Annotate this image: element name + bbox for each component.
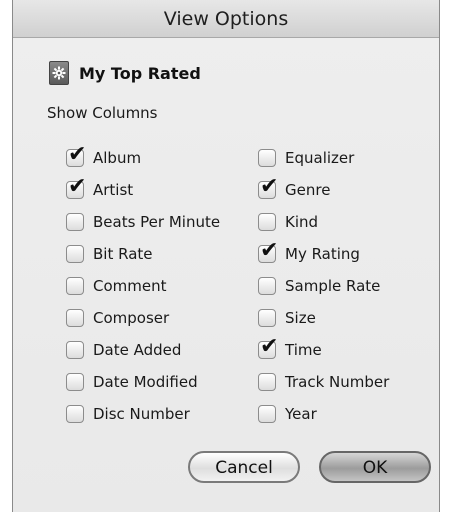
column-option-label[interactable]: Genre — [285, 181, 330, 199]
checkbox-time[interactable]: ✔ — [258, 336, 278, 359]
view-options-dialog: View Options My Top Rated Show Columns ✔… — [12, 0, 440, 512]
checkbox-comment[interactable]: ✔ — [66, 277, 84, 295]
column-option-size[interactable]: ✔ Size — [258, 302, 389, 334]
checkbox-beats-per-minute[interactable]: ✔ — [66, 213, 84, 231]
checkbox-kind[interactable]: ✔ — [258, 213, 276, 231]
column-option-year[interactable]: ✔ Year — [258, 398, 389, 430]
checkmark-icon: ✔ — [260, 238, 279, 263]
column-option-album[interactable]: ✔ Album — [66, 142, 220, 174]
checkbox-artist[interactable]: ✔ — [66, 176, 86, 199]
column-option-genre[interactable]: ✔ Genre — [258, 174, 389, 206]
checkbox-composer[interactable]: ✔ — [66, 309, 84, 327]
column-option-track-number[interactable]: ✔ Track Number — [258, 366, 389, 398]
column-option-kind[interactable]: ✔ Kind — [258, 206, 389, 238]
column-option-disc-number[interactable]: ✔ Disc Number — [66, 398, 220, 430]
column-option-label[interactable]: Sample Rate — [285, 277, 380, 295]
column-option-label[interactable]: Beats Per Minute — [93, 213, 220, 231]
column-option-my-rating[interactable]: ✔ My Rating — [258, 238, 389, 270]
column-option-label[interactable]: Disc Number — [93, 405, 190, 423]
dialog-title: View Options — [13, 0, 439, 38]
column-option-date-modified[interactable]: ✔ Date Modified — [66, 366, 220, 398]
checkbox-disc-number[interactable]: ✔ — [66, 405, 84, 423]
columns-left-list: ✔Album✔Artist✔Beats Per Minute✔Bit Rate✔… — [66, 142, 220, 430]
column-option-label[interactable]: Equalizer — [285, 149, 354, 167]
column-option-label[interactable]: Bit Rate — [93, 245, 153, 263]
checkbox-my-rating[interactable]: ✔ — [258, 240, 278, 263]
cancel-button[interactable]: Cancel — [188, 451, 300, 483]
checkbox-sample-rate[interactable]: ✔ — [258, 277, 276, 295]
column-option-label[interactable]: Year — [285, 405, 317, 423]
column-option-artist[interactable]: ✔ Artist — [66, 174, 220, 206]
checkbox-equalizer[interactable]: ✔ — [258, 149, 276, 167]
column-option-date-added[interactable]: ✔ Date Added — [66, 334, 220, 366]
column-option-bit-rate[interactable]: ✔ Bit Rate — [66, 238, 220, 270]
column-option-label[interactable]: Track Number — [285, 373, 389, 391]
checkmark-icon: ✔ — [68, 174, 87, 199]
column-option-label[interactable]: Size — [285, 309, 316, 327]
checkbox-album[interactable]: ✔ — [66, 144, 86, 167]
column-option-label[interactable]: Kind — [285, 213, 318, 231]
checkbox-date-modified[interactable]: ✔ — [66, 373, 84, 391]
gear-icon — [49, 61, 69, 85]
checkbox-date-added[interactable]: ✔ — [66, 341, 84, 359]
column-option-label[interactable]: Comment — [93, 277, 167, 295]
checkmark-icon: ✔ — [260, 174, 279, 199]
checkbox-bit-rate[interactable]: ✔ — [66, 245, 84, 263]
column-option-label[interactable]: Artist — [93, 181, 133, 199]
column-option-label[interactable]: Time — [285, 341, 322, 359]
checkmark-icon: ✔ — [260, 334, 279, 359]
column-option-label[interactable]: Date Added — [93, 341, 181, 359]
column-option-composer[interactable]: ✔ Composer — [66, 302, 220, 334]
checkbox-year[interactable]: ✔ — [258, 405, 276, 423]
column-option-comment[interactable]: ✔ Comment — [66, 270, 220, 302]
playlist-name: My Top Rated — [79, 63, 201, 83]
column-option-sample-rate[interactable]: ✔ Sample Rate — [258, 270, 389, 302]
columns-right-list: ✔ Equalizer ✔ Genre ✔ Kind ✔ My Rating ✔ Sample R… — [258, 142, 389, 430]
ok-button[interactable]: OK — [319, 451, 431, 483]
checkbox-track-number[interactable]: ✔ — [258, 373, 276, 391]
column-option-label[interactable]: Album — [93, 149, 141, 167]
column-option-label[interactable]: My Rating — [285, 245, 360, 263]
checkbox-size[interactable]: ✔ — [258, 309, 276, 327]
playlist-header: My Top Rated — [49, 60, 201, 86]
checkmark-icon: ✔ — [68, 142, 87, 167]
column-option-beats-per-minute[interactable]: ✔ Beats Per Minute — [66, 206, 220, 238]
show-columns-label: Show Columns — [47, 104, 158, 122]
column-option-label[interactable]: Date Modified — [93, 373, 198, 391]
column-option-equalizer[interactable]: ✔ Equalizer — [258, 142, 389, 174]
checkbox-genre[interactable]: ✔ — [258, 176, 278, 199]
column-option-time[interactable]: ✔ Time — [258, 334, 389, 366]
column-option-label[interactable]: Composer — [93, 309, 169, 327]
